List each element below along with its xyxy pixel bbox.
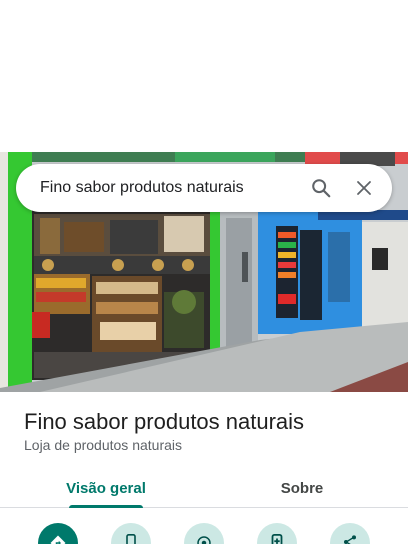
search-input[interactable]: Fino sabor produtos naturais xyxy=(40,179,309,197)
map-blank-area xyxy=(0,0,408,152)
tab-overview[interactable]: Visão geral xyxy=(54,468,158,508)
tab-about[interactable]: Sobre xyxy=(250,468,354,508)
active-tab-indicator xyxy=(69,505,143,508)
close-icon[interactable] xyxy=(352,176,376,200)
place-category[interactable]: Loja de produtos naturais xyxy=(24,437,182,453)
nearby-icon xyxy=(195,534,213,544)
search-bar[interactable]: Fino sabor produtos naturais xyxy=(16,164,392,212)
place-tabs: Visão geral Sobre xyxy=(0,468,408,508)
phone-icon xyxy=(124,534,138,544)
directions-button[interactable] xyxy=(38,523,78,544)
directions-icon xyxy=(49,534,67,544)
search-icon[interactable] xyxy=(309,176,333,200)
share-icon xyxy=(342,534,358,544)
save-to-phone-icon xyxy=(270,534,284,544)
call-button[interactable] xyxy=(111,523,151,544)
share-button[interactable] xyxy=(330,523,370,544)
nearby-button[interactable] xyxy=(184,523,224,544)
place-title: Fino sabor produtos naturais xyxy=(24,409,305,434)
save-to-phone-button[interactable] xyxy=(257,523,297,544)
action-buttons-row xyxy=(0,520,408,544)
